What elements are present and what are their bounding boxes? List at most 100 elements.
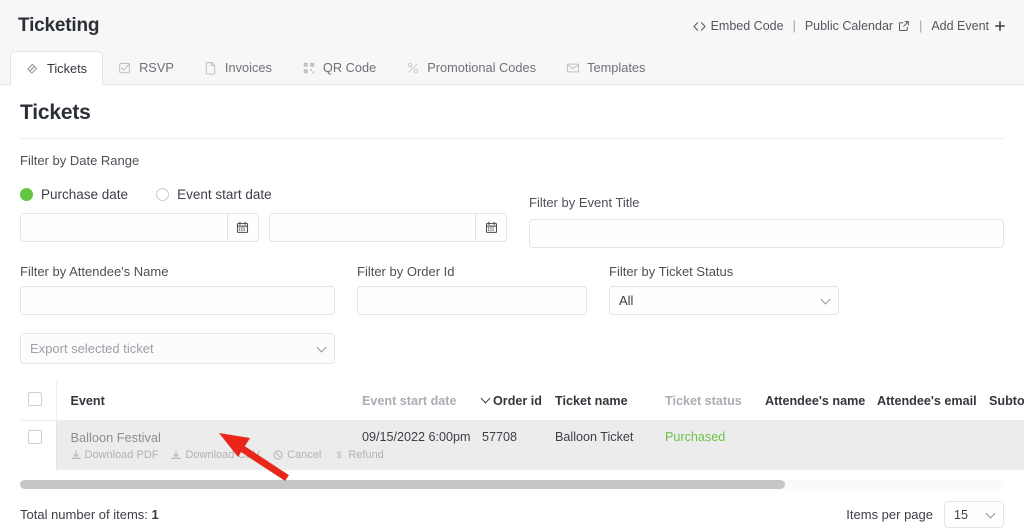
items-per-page-group: Items per page 15 xyxy=(846,501,1004,528)
row-order-id: 57708 xyxy=(476,420,549,470)
row-attendee-email xyxy=(871,420,983,470)
tab-tickets[interactable]: Tickets xyxy=(10,51,104,85)
tab-bar: Tickets RSVP Invoices QR Code Promotiona… xyxy=(0,51,1024,85)
code-icon xyxy=(693,20,706,33)
event-title-filter: Filter by Event Title xyxy=(507,175,1004,248)
date-from-group xyxy=(20,213,259,242)
public-calendar-link[interactable]: Public Calendar xyxy=(805,19,910,33)
refund-ticket-link[interactable]: $ Refund xyxy=(334,449,384,461)
calendar-icon xyxy=(485,221,498,234)
cancel-ticket-link[interactable]: Cancel xyxy=(273,449,321,461)
external-link-icon xyxy=(898,20,910,32)
embed-code-link[interactable]: Embed Code xyxy=(693,19,784,33)
export-select[interactable]: Export selected ticket xyxy=(20,333,335,364)
row-subtotal xyxy=(983,420,1024,470)
radio-event-start-date[interactable]: Event start date xyxy=(156,187,272,202)
tab-invoices-label: Invoices xyxy=(224,60,272,75)
check-square-icon xyxy=(118,61,132,75)
row-event-start-date: 09/15/2022 6:00pm xyxy=(356,420,476,470)
event-title-input[interactable] xyxy=(529,219,1004,248)
horizontal-scrollbar[interactable] xyxy=(20,480,1004,489)
total-items-value: 1 xyxy=(151,507,159,522)
row-event-cell: Balloon Festival Download PDF Download C… xyxy=(55,420,384,470)
ticket-status-select-wrap: All xyxy=(609,286,839,315)
table-row: Balloon Festival Download PDF Download C… xyxy=(20,420,1024,470)
header-separator-2: | xyxy=(919,19,923,33)
radio-event-start-date-label: Event start date xyxy=(177,187,272,202)
add-event-label: Add Event xyxy=(931,19,989,33)
order-id-filter: Filter by Order Id xyxy=(357,264,587,315)
select-all-header xyxy=(20,381,56,421)
order-id-input[interactable] xyxy=(357,286,587,315)
percent-icon xyxy=(406,61,420,75)
column-ticket-name[interactable]: Ticket name xyxy=(549,381,659,421)
items-per-page-select-wrap: 15 xyxy=(944,501,1004,528)
tab-qr-code[interactable]: QR Code xyxy=(287,51,391,84)
row-select-cell xyxy=(20,420,56,470)
column-attendee-email[interactable]: Attendee's email xyxy=(871,381,983,421)
tab-rsvp-label: RSVP xyxy=(139,60,174,75)
tickets-table-body: Balloon Festival Download PDF Download C… xyxy=(20,420,1024,470)
attendee-name-label: Filter by Attendee's Name xyxy=(20,264,169,279)
column-ticket-status[interactable]: Ticket status xyxy=(659,381,759,421)
table-footer: Total number of items: 1 Items per page … xyxy=(20,501,1004,528)
download-pdf-link[interactable]: Download PDF xyxy=(71,449,158,461)
app-title: Ticketing xyxy=(18,15,100,36)
row-attendee-name xyxy=(759,420,871,470)
public-calendar-label: Public Calendar xyxy=(804,19,894,33)
date-from-calendar-button[interactable] xyxy=(227,213,259,242)
radio-purchase-date[interactable]: Purchase date xyxy=(20,187,128,202)
date-range-label: Filter by Date Range xyxy=(20,153,140,168)
column-order-id[interactable]: Order id xyxy=(476,381,549,421)
qr-code-icon xyxy=(302,61,316,75)
tab-promotional-codes[interactable]: Promotional Codes xyxy=(391,51,551,84)
tab-templates[interactable]: Templates xyxy=(551,51,660,84)
sort-descending-icon xyxy=(480,393,491,403)
total-items: Total number of items: 1 xyxy=(20,507,159,522)
select-all-checkbox[interactable] xyxy=(28,392,42,406)
attendee-name-input[interactable] xyxy=(20,286,335,315)
download-icon xyxy=(171,450,181,460)
embed-code-label: Embed Code xyxy=(710,19,784,33)
tickets-icon xyxy=(26,61,40,75)
dollar-icon: $ xyxy=(334,450,344,460)
tickets-table-wrap: Event Event start date Order id Ticket n… xyxy=(20,381,1024,489)
tab-rsvp[interactable]: RSVP xyxy=(103,51,189,84)
svg-text:$: $ xyxy=(337,450,342,460)
date-to-group xyxy=(268,213,507,242)
ticket-status-filter: Filter by Ticket Status All xyxy=(609,264,839,315)
envelope-icon xyxy=(566,61,580,75)
header-separator-1: | xyxy=(792,19,796,33)
calendar-icon xyxy=(236,221,249,234)
app-header: Ticketing Embed Code | Public Calendar |… xyxy=(0,0,1024,52)
radio-purchase-date-dot xyxy=(20,188,33,201)
refund-ticket-label: Refund xyxy=(348,449,384,461)
radio-purchase-date-label: Purchase date xyxy=(41,187,129,202)
page-title: Tickets xyxy=(20,101,91,124)
tab-promotional-codes-label: Promotional Codes xyxy=(427,60,537,75)
document-icon xyxy=(204,61,218,75)
download-icon xyxy=(71,450,81,460)
row-checkbox[interactable] xyxy=(28,430,42,444)
export-group: Export selected ticket xyxy=(20,333,335,364)
download-csv-link[interactable]: Download CSV xyxy=(171,449,260,461)
add-event-link[interactable]: Add Event xyxy=(931,19,1006,33)
column-subtotal[interactable]: Subtotal xyxy=(983,381,1024,421)
column-event-start-date[interactable]: Event start date xyxy=(356,381,476,421)
date-from-input[interactable] xyxy=(20,213,228,242)
header-actions: Embed Code | Public Calendar | Add Event xyxy=(693,19,1006,33)
date-to-calendar-button[interactable] xyxy=(476,213,507,242)
title-divider xyxy=(20,138,1004,139)
column-event[interactable]: Event xyxy=(55,381,356,421)
ticket-status-select[interactable]: All xyxy=(609,286,839,315)
tab-tickets-label: Tickets xyxy=(47,60,88,76)
tickets-table-head: Event Event start date Order id Ticket n… xyxy=(20,381,1024,421)
horizontal-scrollbar-thumb[interactable] xyxy=(20,480,785,489)
table-header-row: Event Event start date Order id Ticket n… xyxy=(20,381,1024,421)
tab-invoices[interactable]: Invoices xyxy=(189,51,287,84)
date-to-input[interactable] xyxy=(268,213,476,242)
cancel-circle-icon xyxy=(273,450,283,460)
column-attendee-name[interactable]: Attendee's name xyxy=(759,381,871,421)
items-per-page-select[interactable]: 15 xyxy=(944,501,1004,528)
cancel-ticket-label: Cancel xyxy=(287,449,322,461)
